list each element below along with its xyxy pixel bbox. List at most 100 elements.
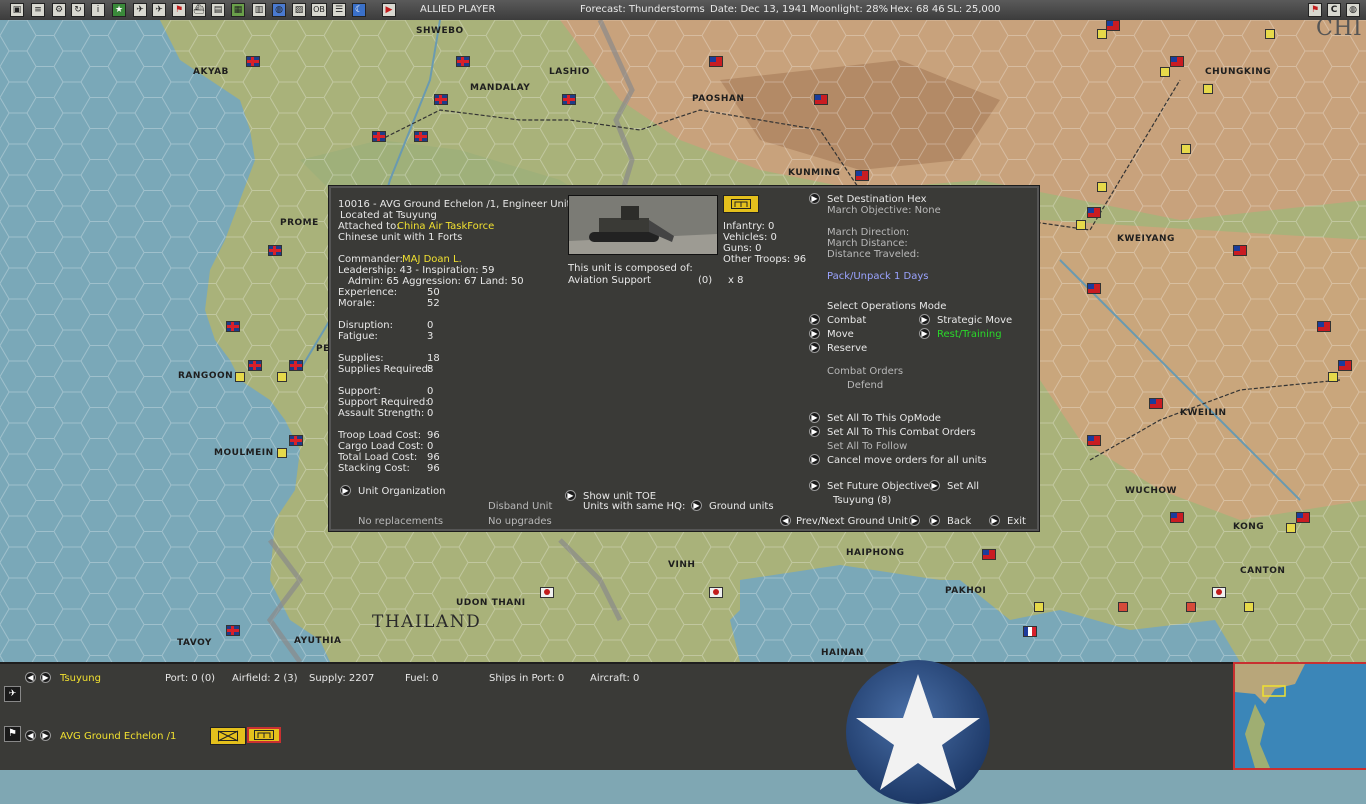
- arrow-left-icon[interactable]: ◀: [25, 730, 36, 741]
- unit-flag-china[interactable]: [855, 170, 869, 181]
- unit-flag-uk[interactable]: [226, 625, 240, 636]
- pack-unpack-button[interactable]: Pack/Unpack 1 Days: [827, 271, 928, 282]
- base-marker[interactable]: [1034, 602, 1044, 612]
- set-all-opmode-button[interactable]: Set All To This OpMode: [827, 413, 941, 424]
- unit-flag-uk[interactable]: [562, 94, 576, 105]
- unit-flag-china[interactable]: [1087, 283, 1101, 294]
- arrow-right-icon[interactable]: ▶: [40, 730, 51, 741]
- unit-flag-china[interactable]: [1170, 56, 1184, 67]
- set-all-combat-orders-button[interactable]: Set All To This Combat Orders: [827, 427, 976, 438]
- unit-flag-uk[interactable]: [289, 435, 303, 446]
- arrow-right-icon[interactable]: ▶: [989, 515, 1000, 526]
- ship-icon[interactable]: ⛴: [192, 3, 206, 17]
- arrow-right-icon[interactable]: ▶: [809, 480, 820, 491]
- unit-flag-uk[interactable]: [268, 245, 282, 256]
- disband-unit-button[interactable]: Disband Unit: [488, 501, 552, 512]
- base-marker[interactable]: [1203, 84, 1213, 94]
- list-icon[interactable]: ☰: [332, 3, 346, 17]
- unit-flag-uk[interactable]: [246, 56, 260, 67]
- base-marker[interactable]: [1265, 29, 1275, 39]
- arrow-right-icon[interactable]: ▶: [40, 672, 51, 683]
- arrow-right-icon[interactable]: ▶: [909, 515, 920, 526]
- arrow-right-icon[interactable]: ▶: [929, 480, 940, 491]
- base-marker[interactable]: [1160, 67, 1170, 77]
- unit-flag-uk[interactable]: [456, 56, 470, 67]
- selected-unit-name[interactable]: AVG Ground Echelon /1: [60, 731, 176, 742]
- aircraft-icon[interactable]: ✈: [152, 3, 166, 17]
- airfield-icon[interactable]: ✈: [4, 686, 21, 702]
- unit-flag-japan[interactable]: [540, 587, 554, 598]
- unit-flag-uk[interactable]: [372, 131, 386, 142]
- arrow-right-icon[interactable]: ▶: [809, 412, 820, 423]
- unit-flag-china[interactable]: [1149, 398, 1163, 409]
- unit-flag-uk[interactable]: [226, 321, 240, 332]
- unit-flag-china[interactable]: [982, 549, 996, 560]
- unit-organization-button[interactable]: Unit Organization: [358, 486, 445, 497]
- window-icon[interactable]: ▣: [10, 3, 24, 17]
- gear-icon[interactable]: ⚙: [52, 3, 66, 17]
- set-destination-button[interactable]: Set Destination Hex: [827, 194, 927, 205]
- move-mode-button[interactable]: Move: [827, 329, 854, 340]
- arrow-right-icon[interactable]: ▶: [691, 500, 702, 511]
- ground-units-button[interactable]: Ground units: [709, 501, 774, 512]
- base-marker[interactable]: [1186, 602, 1196, 612]
- arrow-right-icon[interactable]: ▶: [919, 328, 930, 339]
- unit-flag-japan[interactable]: [709, 587, 723, 598]
- flag-icon[interactable]: ⚑: [4, 726, 21, 742]
- base-marker[interactable]: [277, 448, 287, 458]
- document-icon[interactable]: ≡: [31, 3, 45, 17]
- chart-icon[interactable]: ▨: [292, 3, 306, 17]
- ob-icon[interactable]: OB: [311, 3, 327, 17]
- set-future-objective-button[interactable]: Set Future Objective: [827, 481, 929, 492]
- arrow-right-icon[interactable]: ▶: [809, 314, 820, 325]
- combat-mode-button[interactable]: Combat: [827, 315, 866, 326]
- base-marker[interactable]: [1328, 372, 1338, 382]
- arrow-left-icon[interactable]: ◀: [25, 672, 36, 683]
- moon-icon[interactable]: ☾: [352, 3, 366, 17]
- unit-flag-china[interactable]: [1106, 20, 1120, 31]
- arrow-right-icon[interactable]: ▶: [565, 490, 576, 501]
- arrow-right-icon[interactable]: ▶: [919, 314, 930, 325]
- exit-button[interactable]: Exit: [1007, 516, 1026, 527]
- unit-flag-uk[interactable]: [434, 94, 448, 105]
- base-marker[interactable]: [1244, 602, 1254, 612]
- arrow-right-icon[interactable]: ▶: [929, 515, 940, 526]
- globe-icon[interactable]: ◍: [1346, 3, 1360, 17]
- unit-flag-france[interactable]: [1023, 626, 1037, 637]
- cancel-move-orders-button[interactable]: Cancel move orders for all units: [827, 455, 987, 466]
- unit-flag-china[interactable]: [709, 56, 723, 67]
- arrow-right-icon[interactable]: ▶: [809, 454, 820, 465]
- attached-value[interactable]: China Air TaskForce: [397, 221, 494, 232]
- back-button[interactable]: Back: [947, 516, 971, 527]
- base-marker[interactable]: [1118, 602, 1128, 612]
- arrow-right-icon[interactable]: ▶: [809, 426, 820, 437]
- reserve-mode-button[interactable]: Reserve: [827, 343, 867, 354]
- rest-training-button[interactable]: Rest/Training: [937, 329, 1002, 340]
- unit-flag-china[interactable]: [1170, 512, 1184, 523]
- flag-icon[interactable]: ⚑: [1308, 3, 1322, 17]
- base-marker[interactable]: [1076, 220, 1086, 230]
- globe-icon[interactable]: ◍: [272, 3, 286, 17]
- aircraft-icon[interactable]: ✈: [133, 3, 147, 17]
- set-all-follow-button[interactable]: Set All To Follow: [827, 441, 907, 452]
- unit-flag-china[interactable]: [1338, 360, 1352, 371]
- unit-flag-japan[interactable]: [1212, 587, 1226, 598]
- c-icon[interactable]: C: [1327, 3, 1341, 17]
- unit-flag-china[interactable]: [814, 94, 828, 105]
- unit-flag-uk[interactable]: [414, 131, 428, 142]
- unit-flag-china[interactable]: [1296, 512, 1310, 523]
- unit-flag-china[interactable]: [1087, 207, 1101, 218]
- base-marker[interactable]: [1097, 29, 1107, 39]
- star-icon[interactable]: ★: [112, 3, 126, 17]
- unit-flag-china[interactable]: [1087, 435, 1101, 446]
- play-icon[interactable]: ▶: [382, 3, 396, 17]
- minimap[interactable]: [1233, 662, 1366, 770]
- groups-icon[interactable]: ▥: [252, 3, 266, 17]
- unit-flag-uk[interactable]: [248, 360, 262, 371]
- unit-flag-china[interactable]: [1317, 321, 1331, 332]
- engineer-icon[interactable]: [247, 727, 281, 743]
- base-marker[interactable]: [277, 372, 287, 382]
- arrow-right-icon[interactable]: ▶: [809, 328, 820, 339]
- unit-flag-china[interactable]: [1233, 245, 1247, 256]
- arrow-left-icon[interactable]: ◀: [780, 515, 791, 526]
